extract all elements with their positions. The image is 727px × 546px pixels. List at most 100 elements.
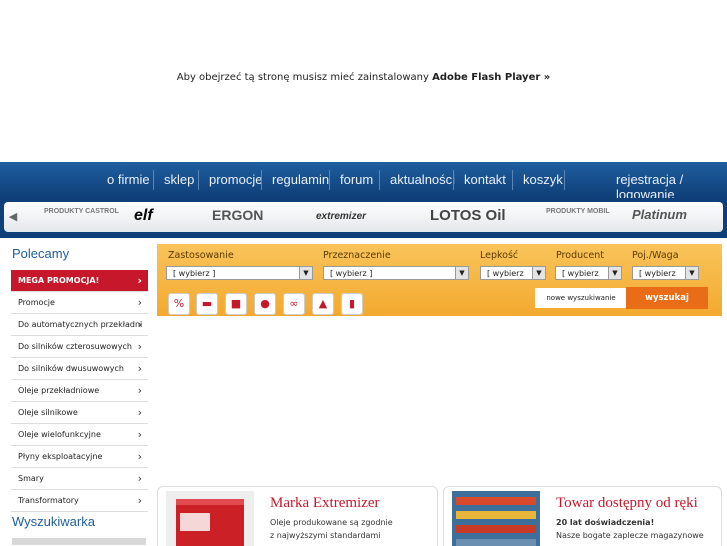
brand-elf[interactable]: elf xyxy=(134,207,153,227)
sidebar-item-label: Do silników dwusuwowych xyxy=(18,364,124,373)
select-value: [ wybierz xyxy=(639,269,676,278)
sidebar-item-promocje[interactable]: Promocje › xyxy=(11,292,148,314)
motorcycle-icon[interactable]: ∞ xyxy=(283,293,305,315)
warehouse-image xyxy=(452,491,540,546)
product-filter: Zastosowanie Przeznaczenie Lepkość Produ… xyxy=(157,244,722,316)
sidebar-item-label: Płyny eksploatacyjne xyxy=(18,452,103,461)
promo-extremizer[interactable]: Marka Extremizer Oleje produkowane są zg… xyxy=(157,486,438,546)
chevron-left-icon[interactable]: ◀ xyxy=(8,209,18,225)
industry-icon[interactable]: ▮ xyxy=(341,293,363,315)
nav-item-koszyk[interactable]: koszyk xyxy=(523,172,563,187)
sidebar-title: Polecamy xyxy=(12,246,70,261)
chevron-down-icon: ▼ xyxy=(455,267,468,279)
sidebar-item-fluids[interactable]: Płyny eksploatacyjne › xyxy=(11,446,148,468)
sidebar-item-transformers[interactable]: Transformatory › xyxy=(11,490,148,512)
brand-mobil[interactable]: PRODUKTY MOBIL xyxy=(546,207,610,227)
brand-strip: ◀ PRODUKTY CASTROL elf ERGON extremizer … xyxy=(4,202,723,232)
sidebar-item-multipurpose-oils[interactable]: Oleje wielofunkcyjne › xyxy=(11,424,148,446)
nav-item-aktualnosci[interactable]: aktualności xyxy=(390,172,455,187)
select-zastosowanie[interactable]: [ wybierz ] ▼ xyxy=(166,266,313,280)
promo-description: 20 lat doświadczenia! xyxy=(556,518,655,527)
nav-divider xyxy=(564,170,565,190)
sidebar-search-input[interactable] xyxy=(12,538,146,545)
filter-label-poj-waga: Poj./Waga xyxy=(632,250,679,261)
nav-item-kontakt[interactable]: kontakt xyxy=(464,172,506,187)
filter-label-lepkosc: Lepkość xyxy=(480,250,519,261)
nav-divider xyxy=(153,170,154,190)
sidebar-item-four-stroke[interactable]: Do silników czterosuwowych › xyxy=(11,336,148,358)
nav-item-regulamin[interactable]: regulamin xyxy=(272,172,329,187)
chevron-down-icon: ▼ xyxy=(608,267,621,279)
tractor-icon[interactable]: ● xyxy=(254,293,276,315)
promo-title: Marka Extremizer xyxy=(270,495,380,511)
select-producent[interactable]: [ wybierz ▼ xyxy=(555,266,622,280)
chevron-right-icon: › xyxy=(137,362,142,375)
brand-lotos[interactable]: LOTOS Oil xyxy=(430,207,506,227)
filter-label-przeznaczenie: Przeznaczenie xyxy=(323,250,391,261)
sidebar-item-gear-oils[interactable]: Oleje przekładniowe › xyxy=(11,380,148,402)
nav-item-sklep[interactable]: sklep xyxy=(164,172,194,187)
chevron-right-icon: › xyxy=(137,340,142,353)
nav-item-promocje[interactable]: promocje xyxy=(209,172,262,187)
flash-notice-text: Aby obejrzeć tą stronę musisz mieć zains… xyxy=(176,72,433,83)
sidebar-item-two-stroke[interactable]: Do silników dwusuwowych › xyxy=(11,358,148,380)
filter-label-producent: Producent xyxy=(556,250,604,261)
brand-extremizer[interactable]: extremizer xyxy=(316,211,366,231)
brand-ergon[interactable]: ERGON xyxy=(212,207,263,227)
sidebar-item-greases[interactable]: Smary › xyxy=(11,468,148,490)
flash-notice: Aby obejrzeć tą stronę musisz mieć zains… xyxy=(0,72,727,83)
nav-divider xyxy=(379,170,380,190)
chevron-right-icon: › xyxy=(137,472,142,485)
nav-divider xyxy=(329,170,330,190)
oil-drum-image xyxy=(166,491,254,546)
sidebar-item-label: Smary xyxy=(18,474,44,483)
car-icon[interactable]: ▬ xyxy=(196,293,218,315)
chevron-right-icon: › xyxy=(137,274,142,287)
sidebar-item-label: Promocje xyxy=(18,298,55,307)
sidebar-item-label: Transformatory xyxy=(18,496,79,505)
sidebar-item-label: Do silników czterosuwowych xyxy=(18,342,132,351)
truck-icon[interactable]: ■ xyxy=(225,293,247,315)
promo-title: Towar dostępny od ręki xyxy=(556,495,698,511)
promo-description: Nasze bogate zaplecze magazynowe xyxy=(556,531,704,540)
promo-description: Oleje produkowane są zgodnie xyxy=(270,518,393,527)
sidebar-item-label: Oleje przekładniowe xyxy=(18,386,100,395)
promo-stock[interactable]: Towar dostępny od ręki 20 lat doświadcze… xyxy=(443,486,722,546)
sidebar-item-label: MEGA PROMOCJA! xyxy=(18,276,100,285)
construction-icon[interactable]: ▲ xyxy=(312,293,334,315)
select-value: [ wybierz xyxy=(562,269,599,278)
select-przeznaczenie[interactable]: [ wybierz ] ▼ xyxy=(323,266,469,280)
promo-icon[interactable]: % xyxy=(168,293,190,315)
chevron-right-icon: › xyxy=(137,494,142,507)
nav-divider xyxy=(512,170,513,190)
sidebar-item-mega-promocja[interactable]: MEGA PROMOCJA! › xyxy=(11,270,148,292)
sidebar-item-label: Oleje silnikowe xyxy=(18,408,78,417)
nav-divider xyxy=(261,170,262,190)
sidebar-item-label: Do automatycznych przekładni xyxy=(18,320,143,329)
brand-platinum[interactable]: Platinum xyxy=(632,207,687,227)
sidebar-item-engine-oils[interactable]: Oleje silnikowe › xyxy=(11,402,148,424)
chevron-right-icon: › xyxy=(137,296,142,309)
chevron-right-icon: › xyxy=(137,428,142,441)
flash-player-link[interactable]: Adobe Flash Player » xyxy=(432,72,550,83)
select-value: [ wybierz ] xyxy=(173,269,216,278)
filter-label-zastosowanie: Zastosowanie xyxy=(168,250,234,261)
sidebar-item-label: Oleje wielofunkcyjne xyxy=(18,430,101,439)
brand-carousel: ◀ PRODUKTY CASTROL elf ERGON extremizer … xyxy=(0,198,727,238)
select-value: [ wybierz xyxy=(487,269,524,278)
sidebar-item-automatic-transmission[interactable]: Do automatycznych przekładni › xyxy=(11,314,148,336)
select-lepkosc[interactable]: [ wybierz ▼ xyxy=(480,266,546,280)
brand-castrol[interactable]: PRODUKTY CASTROL xyxy=(44,207,119,227)
sidebar-menu: MEGA PROMOCJA! › Promocje › Do automatyczn… xyxy=(11,270,148,512)
select-poj-waga[interactable]: [ wybierz ▼ xyxy=(632,266,699,280)
search-button[interactable]: wyszukaj xyxy=(626,287,708,309)
select-value: [ wybierz ] xyxy=(330,269,373,278)
nav-item-forum[interactable]: forum xyxy=(340,172,373,187)
nav-item-o-firmie[interactable]: o firmie xyxy=(107,172,150,187)
new-search-button[interactable]: nowe wyszukiwanie xyxy=(535,288,627,308)
nav-divider xyxy=(453,170,454,190)
chevron-down-icon: ▼ xyxy=(299,267,312,279)
chevron-right-icon: › xyxy=(137,450,142,463)
chevron-right-icon: › xyxy=(137,384,142,397)
search-section-title: Wyszukiwarka xyxy=(12,514,95,529)
